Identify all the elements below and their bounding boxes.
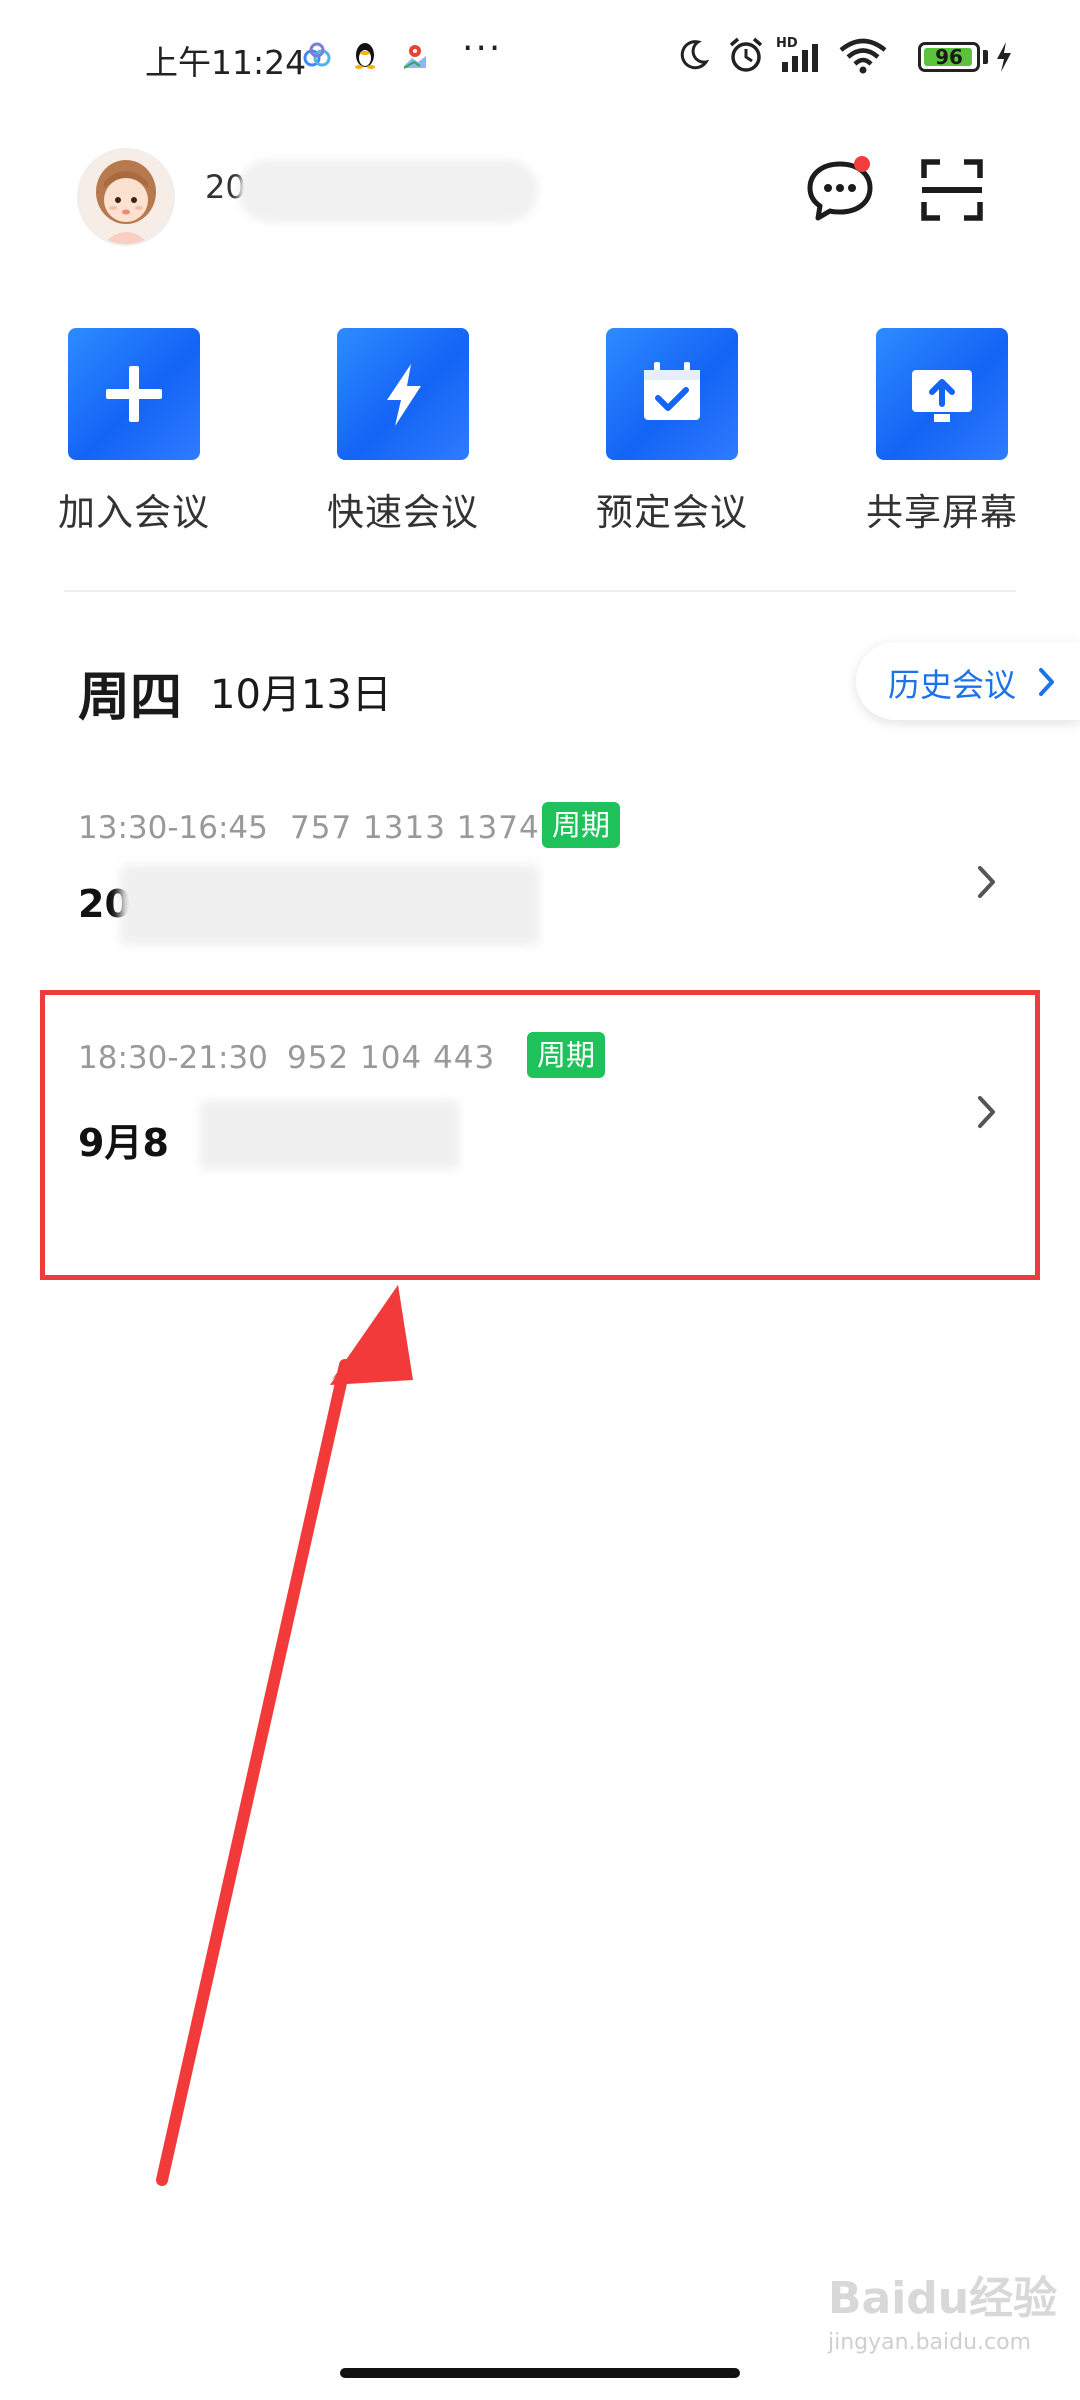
- watermark-url: jingyan.baidu.com: [828, 2330, 1032, 2355]
- watermark-logo: Baidu经验: [828, 2273, 1058, 2324]
- home-indicator[interactable]: [340, 2368, 740, 2378]
- annotation-arrow: [156, 1285, 413, 2186]
